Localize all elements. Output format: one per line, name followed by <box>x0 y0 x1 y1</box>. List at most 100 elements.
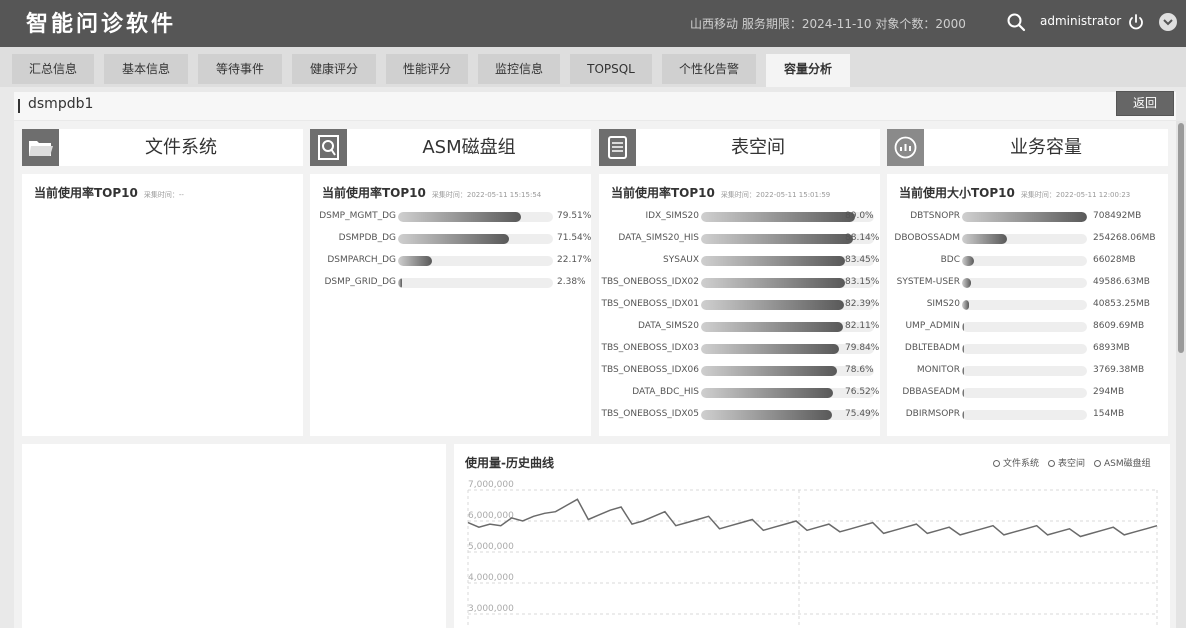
bar-row[interactable]: DBTSNOPR 708492MB <box>887 206 1168 228</box>
legend-filesystem[interactable]: 文件系统 <box>993 456 1039 469</box>
user-name[interactable]: administrator <box>1040 14 1121 28</box>
bar-row[interactable]: DSMP_GRID_DG 2.38% <box>310 272 591 294</box>
bar-value: 6893MB <box>1093 343 1130 353</box>
collect-time: 采集时间：-- <box>143 191 184 199</box>
bar-row[interactable]: DATA_SIMS20_HIS 88.14% <box>599 228 880 250</box>
bar-label: SIMS20 <box>926 299 960 309</box>
bar-row[interactable]: DSMPARCH_DG 22.17% <box>310 250 591 272</box>
legend-tablespace[interactable]: 表空间 <box>1048 456 1085 469</box>
scrollbar-thumb[interactable] <box>1178 123 1184 353</box>
empty-panel <box>22 444 446 628</box>
category-title: 文件系统 <box>145 137 217 158</box>
disk-icon <box>310 129 347 166</box>
bar-row[interactable]: BDC 66028MB <box>887 250 1168 272</box>
database-icon <box>599 129 636 166</box>
history-series-line <box>467 498 1158 538</box>
tab-topsql[interactable]: TOPSQL <box>570 54 652 84</box>
bar-row[interactable]: DBOBOSSADM 254268.06MB <box>887 228 1168 250</box>
bar-label: BDC <box>940 255 960 265</box>
bar-value: 89.0% <box>845 211 874 221</box>
bar-row[interactable]: TBS_ONEBOSS_IDX02 83.15% <box>599 272 880 294</box>
tab-performance-score[interactable]: 性能评分 <box>386 54 468 84</box>
bar-fill <box>701 322 844 332</box>
bar-fill <box>701 410 832 420</box>
y-tick-label: 6,000,000 <box>468 511 514 521</box>
bar-track <box>962 366 1087 376</box>
bar-row[interactable]: DATA_SIMS20 82.11% <box>599 316 880 338</box>
bar-row[interactable]: TBS_ONEBOSS_IDX06 78.6% <box>599 360 880 382</box>
panel-title: 当前使用率TOP10 采集时间：2022-05-11 15:01:59 <box>611 186 831 200</box>
y-tick-label: 7,000,000 <box>468 480 514 490</box>
bar-row[interactable]: TBS_ONEBOSS_IDX03 79.84% <box>599 338 880 360</box>
search-icon[interactable] <box>1006 12 1026 32</box>
bar-row[interactable]: DATA_BDC_HIS 76.52% <box>599 382 880 404</box>
bar-value: 66028MB <box>1093 255 1136 265</box>
bar-track <box>962 388 1087 398</box>
bar-fill <box>398 212 522 222</box>
bar-fill <box>962 278 971 288</box>
category-asm-diskgroup[interactable]: ASM磁盘组 <box>310 129 591 166</box>
bar-row[interactable]: IDX_SIMS20 89.0% <box>599 206 880 228</box>
bar-track <box>962 300 1087 310</box>
bar-fill <box>962 234 1007 244</box>
bar-row[interactable]: SYSTEM-USER 49586.63MB <box>887 272 1168 294</box>
chevron-down-icon[interactable] <box>1158 12 1178 32</box>
bar-row[interactable]: UMP_ADMIN 8609.69MB <box>887 316 1168 338</box>
tab-monitor-info[interactable]: 监控信息 <box>478 54 560 84</box>
category-tablespace[interactable]: 表空间 <box>599 129 880 166</box>
bar-row[interactable]: DBLTEBADM 6893MB <box>887 338 1168 360</box>
bar-label: SYSAUX <box>663 255 699 265</box>
bar-track <box>962 322 1087 332</box>
tab-health-score[interactable]: 健康评分 <box>292 54 376 84</box>
bar-value: 82.39% <box>845 299 880 309</box>
database-name: dsmpdb1 <box>28 96 94 112</box>
bar-label: DATA_SIMS20_HIS <box>618 233 699 243</box>
bar-row[interactable]: DBIRMSOPR 154MB <box>887 404 1168 426</box>
bar-label: SYSTEM-USER <box>896 277 960 287</box>
bar-track <box>962 212 1087 222</box>
back-button[interactable]: 返回 <box>1116 91 1174 116</box>
bar-row[interactable]: TBS_ONEBOSS_IDX01 82.39% <box>599 294 880 316</box>
bar-value: 79.84% <box>845 343 880 353</box>
bar-track <box>398 212 553 222</box>
app-title: 智能问诊软件 <box>26 12 177 37</box>
bar-track <box>398 256 553 266</box>
bar-fill <box>398 278 402 288</box>
y-tick-label: 5,000,000 <box>468 542 514 552</box>
breadcrumb: dsmpdb1 <box>14 92 1176 120</box>
tab-custom-alerts[interactable]: 个性化告警 <box>662 54 756 84</box>
bar-row[interactable]: MONITOR 3769.38MB <box>887 360 1168 382</box>
power-icon[interactable] <box>1127 13 1145 31</box>
bar-label: DBBASEADM <box>902 387 960 397</box>
folder-icon <box>22 129 59 166</box>
bar-track <box>962 256 1087 266</box>
y-tick-label: 4,000,000 <box>468 573 514 583</box>
bar-fill <box>701 300 844 310</box>
bar-fill <box>701 234 854 244</box>
collect-time: 采集时间：2022-05-11 15:15:54 <box>431 191 542 199</box>
bar-row[interactable]: DSMPDB_DG 71.54% <box>310 228 591 250</box>
bar-label: TBS_ONEBOSS_IDX02 <box>601 277 699 287</box>
bar-label: TBS_ONEBOSS_IDX06 <box>601 365 699 375</box>
bar-label: IDX_SIMS20 <box>645 211 699 221</box>
chart-title: 使用量-历史曲线 <box>465 456 554 470</box>
bar-row[interactable]: SIMS20 40853.25MB <box>887 294 1168 316</box>
tab-summary[interactable]: 汇总信息 <box>12 54 94 84</box>
bar-row[interactable]: DBBASEADM 294MB <box>887 382 1168 404</box>
bar-row[interactable]: SYSAUX 83.45% <box>599 250 880 272</box>
category-business-capacity[interactable]: 业务容量 <box>887 129 1168 166</box>
scrollbar[interactable] <box>1176 121 1186 628</box>
bar-fill <box>962 300 970 310</box>
bar-row[interactable]: TBS_ONEBOSS_IDX05 75.49% <box>599 404 880 426</box>
tab-wait-events[interactable]: 等待事件 <box>198 54 282 84</box>
y-tick-label: 3,000,000 <box>468 604 514 614</box>
tab-basic-info[interactable]: 基本信息 <box>104 54 188 84</box>
bar-value: 83.45% <box>845 255 880 265</box>
category-title: 业务容量 <box>1010 137 1082 158</box>
bar-row[interactable]: DSMP_MGMT_DG 79.51% <box>310 206 591 228</box>
tab-capacity-analysis[interactable]: 容量分析 <box>766 54 850 87</box>
bar-label: TBS_ONEBOSS_IDX05 <box>601 409 699 419</box>
category-filesystem[interactable]: 文件系统 <box>22 129 303 166</box>
legend-asm[interactable]: ASM磁盘组 <box>1094 456 1151 469</box>
bar-track <box>962 344 1087 354</box>
